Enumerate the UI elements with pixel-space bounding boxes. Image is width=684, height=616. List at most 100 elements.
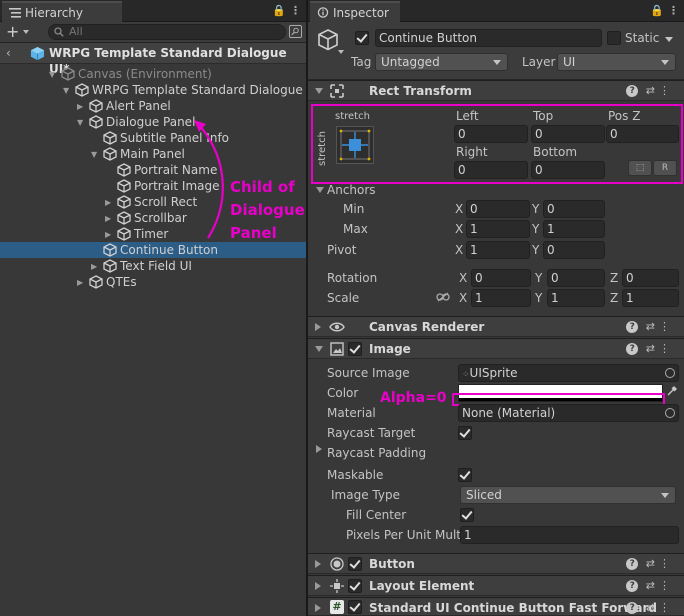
hierarchy-item[interactable]: ▼ Main Panel [0, 146, 306, 162]
presets-icon[interactable]: ⇄ [646, 601, 659, 614]
back-chevron-icon[interactable]: ‹ [6, 47, 11, 59]
hierarchy-item[interactable]: Subtitle Panel Info [0, 130, 306, 146]
fill-center-checkbox[interactable] [460, 508, 474, 522]
hierarchy-item[interactable]: ▶ Alert Panel [0, 98, 306, 114]
help-icon[interactable]: ? [626, 602, 639, 614]
kebab-menu-icon[interactable]: ⋮ [659, 579, 674, 592]
tab-inspector[interactable]: Inspector [310, 1, 400, 22]
image-type-dropdown[interactable]: Sliced [460, 486, 676, 504]
pivot-x-field[interactable]: 1 [466, 241, 530, 259]
kebab-menu-icon[interactable]: ⋮ [290, 4, 301, 17]
layer-dropdown[interactable]: UI [557, 53, 676, 71]
link-icon[interactable] [436, 292, 450, 302]
anchors-foldout-icon[interactable] [316, 187, 324, 193]
rotation-x-field[interactable]: 0 [471, 269, 531, 287]
search-input[interactable]: All [48, 24, 286, 40]
rect-transform-header[interactable]: Rect Transform ? ⇄⋮ [308, 80, 684, 101]
scene-header[interactable]: ‹ WRPG Template Standard Dialogue UI* [0, 43, 306, 76]
foldout-closed-icon[interactable]: ▶ [105, 198, 114, 207]
foldout-closed-icon[interactable]: ▶ [105, 214, 114, 223]
kebab-menu-icon[interactable]: ⋮ [659, 601, 674, 614]
help-icon[interactable]: ? [626, 85, 639, 97]
script-enabled-checkbox[interactable] [348, 600, 362, 614]
presets-icon[interactable]: ⇄ [646, 84, 659, 97]
help-icon[interactable]: ? [626, 558, 639, 570]
object-name-field[interactable]: Continue Button [375, 29, 602, 47]
maskable-checkbox[interactable] [458, 468, 472, 482]
top-field[interactable]: 0 [531, 125, 605, 143]
layout-element-enabled-checkbox[interactable] [348, 579, 362, 593]
source-image-field[interactable]: ⁘UISprite [458, 364, 679, 382]
object-picker-icon[interactable] [665, 368, 675, 378]
posz-field[interactable]: 0 [606, 125, 679, 143]
scale-x-field[interactable]: 1 [471, 289, 531, 307]
static-dropdown-caret-icon[interactable] [665, 37, 673, 42]
foldout-closed-icon[interactable]: ▶ [91, 262, 100, 271]
search-options-icon[interactable] [289, 25, 302, 38]
object-picker-icon[interactable] [665, 408, 675, 418]
lock-icon[interactable]: 🔒 [650, 4, 664, 17]
pivot-y-field[interactable]: 0 [543, 241, 605, 259]
hierarchy-item[interactable]: ▼ Canvas (Environment) [0, 66, 306, 82]
bottom-field[interactable]: 0 [531, 161, 605, 179]
raycast-padding-foldout-icon[interactable] [316, 445, 322, 453]
button-enabled-checkbox[interactable] [348, 557, 362, 571]
image-enabled-checkbox[interactable] [348, 342, 362, 356]
lock-icon[interactable]: 🔒 [272, 4, 286, 17]
kebab-menu-icon[interactable]: ⋮ [659, 557, 674, 570]
anchor-max-x-field[interactable]: 1 [466, 220, 530, 238]
icon-dropdown-caret-icon[interactable] [338, 50, 344, 54]
anchor-min-x-field[interactable]: 0 [466, 200, 530, 218]
kebab-menu-icon[interactable]: ⋮ [659, 342, 674, 355]
image-header[interactable]: Image ? ⇄⋮ [308, 338, 684, 359]
ppu-field[interactable]: 1 [460, 526, 679, 544]
foldout-open-icon[interactable]: ▼ [63, 86, 72, 95]
hierarchy-item[interactable]: ▼ WRPG Template Standard Dialogue UI [0, 82, 319, 98]
help-icon[interactable]: ? [626, 580, 639, 592]
presets-icon[interactable]: ⇄ [646, 579, 659, 592]
button-header[interactable]: Button ? ⇄⋮ [308, 553, 684, 574]
scale-z-field[interactable]: 1 [622, 289, 679, 307]
foldout-open-icon[interactable]: ▼ [91, 150, 100, 159]
material-field[interactable]: None (Material) [458, 404, 679, 422]
foldout-closed-icon[interactable]: ▶ [77, 102, 86, 111]
blueprint-mode-button[interactable]: ⬚ [628, 160, 652, 176]
add-dropdown-caret-icon[interactable] [23, 30, 29, 34]
hierarchy-item[interactable]: ▼ Dialogue Panel [0, 114, 306, 130]
raw-edit-button[interactable]: R [653, 160, 677, 176]
left-field[interactable]: 0 [454, 125, 528, 143]
scale-y-field[interactable]: 1 [547, 289, 605, 307]
eyedropper-icon[interactable] [666, 385, 678, 397]
static-checkbox[interactable] [607, 31, 621, 45]
help-icon[interactable]: ? [626, 343, 639, 355]
raycast-target-checkbox[interactable] [458, 426, 472, 440]
anchor-max-y-field[interactable]: 1 [543, 220, 605, 238]
kebab-menu-icon[interactable]: ⋮ [668, 4, 679, 17]
rotation-z-field[interactable]: 0 [622, 269, 679, 287]
foldout-open-icon[interactable] [315, 346, 323, 352]
foldout-open-icon[interactable] [315, 88, 323, 94]
help-icon[interactable]: ? [626, 321, 639, 333]
tag-dropdown[interactable]: Untagged [375, 53, 508, 71]
foldout-closed-icon[interactable] [315, 582, 321, 590]
presets-icon[interactable]: ⇄ [646, 342, 659, 355]
anchor-preset-button[interactable] [336, 126, 374, 164]
tab-hierarchy[interactable]: Hierarchy [2, 1, 122, 22]
foldout-open-icon[interactable]: ▼ [77, 118, 86, 127]
presets-icon[interactable]: ⇄ [646, 557, 659, 570]
script-component-header[interactable]: # Standard UI Continue Button Fast Forwa… [308, 597, 684, 616]
right-field[interactable]: 0 [454, 161, 528, 179]
kebab-menu-icon[interactable]: ⋮ [659, 320, 674, 333]
kebab-menu-icon[interactable]: ⋮ [659, 84, 674, 97]
active-checkbox[interactable] [355, 31, 369, 45]
foldout-closed-icon[interactable] [315, 604, 321, 612]
hierarchy-item[interactable]: ▶ Text Field UI [0, 258, 306, 274]
foldout-closed-icon[interactable] [315, 560, 321, 568]
canvas-renderer-header[interactable]: Canvas Renderer ? ⇄⋮ [308, 316, 684, 337]
layout-element-header[interactable]: Layout Element ? ⇄⋮ [308, 575, 684, 596]
add-icon[interactable]: + [6, 23, 19, 41]
foldout-closed-icon[interactable]: ▶ [77, 278, 86, 287]
rotation-y-field[interactable]: 0 [547, 269, 605, 287]
foldout-closed-icon[interactable]: ▶ [105, 230, 114, 239]
anchor-min-y-field[interactable]: 0 [543, 200, 605, 218]
